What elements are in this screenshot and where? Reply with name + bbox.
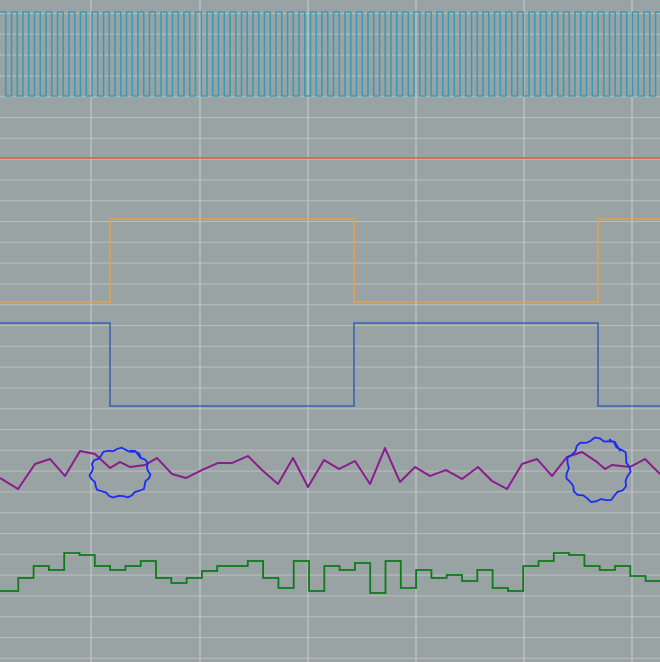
green-step-trace: [0, 552, 660, 594]
waveform-canvas[interactable]: [0, 0, 660, 662]
annotation-circle: [88, 446, 152, 499]
purple-trace-path: [0, 447, 660, 490]
grid: [0, 0, 660, 662]
clock-trace: [0, 11, 660, 97]
logic-analyzer-view[interactable]: [0, 0, 660, 662]
blue-digital-trace: [0, 322, 660, 407]
green-trace-path: [0, 552, 660, 594]
orange-trace-path: [0, 218, 660, 303]
purple-analog-trace: [0, 447, 660, 490]
blue-trace-path: [0, 322, 660, 407]
orange-digital-trace: [0, 218, 660, 303]
clock-trace-path: [0, 11, 660, 97]
